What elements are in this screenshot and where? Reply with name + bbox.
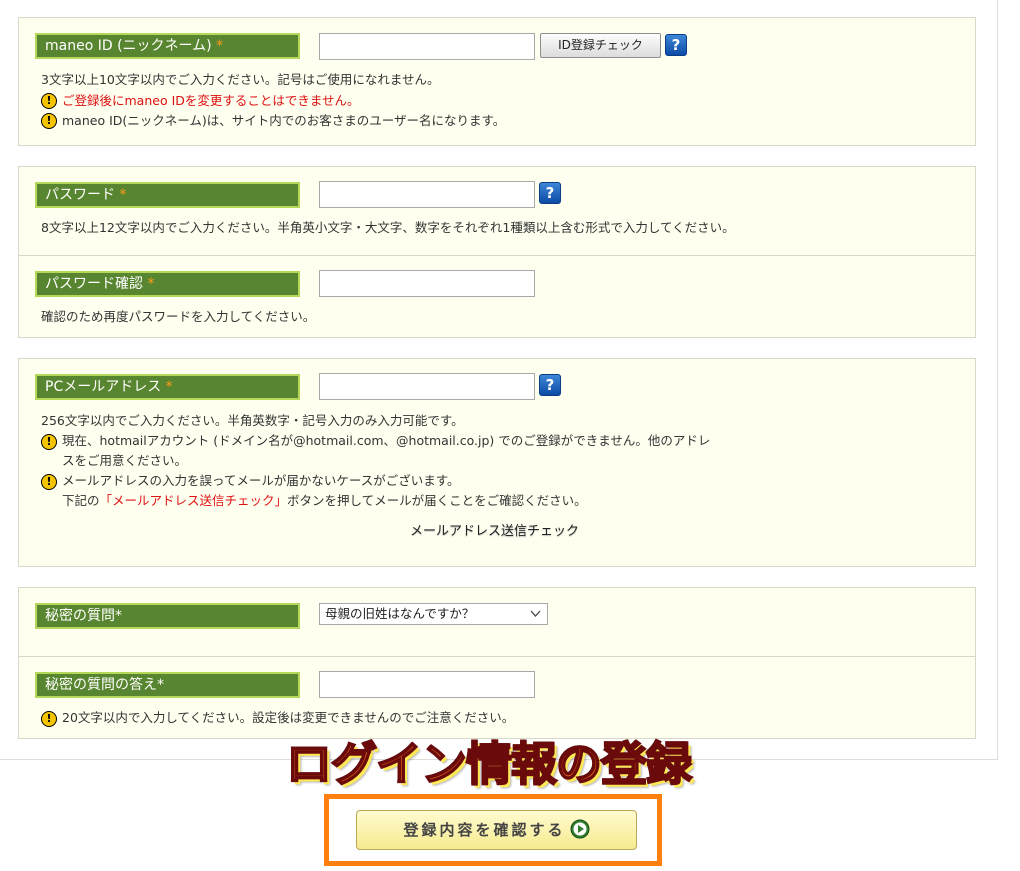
warning-icon: ! (41, 711, 57, 727)
email-send-check-button[interactable]: メールアドレス送信チェック (410, 520, 579, 539)
instruction-highlight: 「メールアドレス送信チェック」 (99, 493, 288, 508)
email-warning-instruction: 下記の「メールアドレス送信チェック」ボタンを押してメールが届くことをご確認くださ… (62, 492, 587, 510)
nickname-note: 3文字以上10文字以内でご入力ください。記号はご使用になれません。 (41, 72, 440, 87)
email-note: 256文字以内でご入力ください。半角英数字・記号入力のみ入力可能です。 (41, 413, 464, 428)
password-confirm-input[interactable] (319, 270, 535, 297)
password-label-text: パスワード (45, 187, 115, 203)
secret-answer-input[interactable] (319, 671, 535, 698)
warning-icon: ! (41, 434, 57, 450)
nickname-input[interactable] (319, 33, 535, 60)
email-section: PCメールアドレス * ? 256文字以内でご入力ください。半角英数字・記号入力… (18, 358, 976, 567)
chevron-down-icon (530, 610, 541, 617)
nickname-warning-red: ご登録後にmaneo IDを変更することはできません。 (62, 93, 360, 108)
email-label: PCメールアドレス * (35, 374, 300, 400)
email-warning-typo: メールアドレスの入力を誤ってメールが届かないケースがございます。 (62, 473, 460, 488)
secret-question-select[interactable]: 母親の旧姓はなんですか？ (319, 603, 548, 625)
required-mark: * (216, 38, 224, 54)
email-input[interactable] (319, 373, 535, 400)
email-label-text: PCメールアドレス (45, 379, 162, 395)
required-mark: * (147, 276, 155, 292)
confirm-button[interactable]: 登録内容を確認する (356, 810, 637, 850)
secret-question-selected: 母親の旧姓はなんですか？ (325, 606, 475, 621)
warning-icon: ! (41, 93, 57, 109)
help-icon[interactable]: ? (539, 374, 561, 396)
password-input[interactable] (319, 181, 535, 208)
password-section: パスワード * ? 8文字以上12文字以内でご入力ください。半角英小文字・大文字… (18, 166, 976, 338)
email-warning-hotmail: 現在、hotmailアカウント (ドメイン名が@hotmail.com、@hot… (62, 433, 711, 448)
password-note: 8文字以上12文字以内でご入力ください。半角英小文字・大文字、数字をそれぞれ1種… (41, 220, 735, 235)
warning-icon: ! (41, 113, 57, 129)
confirm-button-label: 登録内容を確認する (403, 821, 566, 839)
id-check-button[interactable]: ID登録チェック (540, 33, 661, 58)
help-icon[interactable]: ? (539, 182, 561, 204)
nickname-warning: maneo ID(ニックネーム)は、サイト内でのお客さまのユーザー名になります。 (62, 113, 506, 128)
secret-question-label: 秘密の質問* (35, 603, 300, 629)
nickname-label-text: maneo ID (ニックネーム) (45, 38, 212, 54)
secret-answer-label: 秘密の質問の答え* (35, 672, 300, 698)
secret-answer-warning: 20文字以内で入力してください。設定後は変更できませんのでご注意ください。 (62, 710, 515, 725)
instruction-prefix: 下記の (62, 493, 100, 508)
password-label: パスワード * (35, 182, 300, 208)
warning-icon: ! (41, 474, 57, 490)
password-confirm-note: 確認のため再度パスワードを入力してください。 (41, 309, 316, 324)
help-icon[interactable]: ? (665, 34, 687, 56)
password-confirm-label: パスワード確認 * (35, 271, 300, 297)
overlay-title: ログイン情報の登録 (285, 736, 693, 792)
instruction-suffix: ボタンを押してメールが届くことをご確認ください。 (287, 493, 587, 508)
secret-section: 秘密の質問* 母親の旧姓はなんですか？ 秘密の質問の答え* ! 20文字以内で入… (18, 587, 976, 739)
required-mark: * (165, 379, 173, 395)
required-mark: * (119, 187, 127, 203)
password-confirm-label-text: パスワード確認 (45, 276, 143, 292)
play-icon (570, 819, 589, 839)
nickname-label: maneo ID (ニックネーム) * (35, 33, 300, 59)
email-warning-hotmail-cont: スをご用意ください。 (62, 453, 188, 468)
nickname-section: maneo ID (ニックネーム) * ID登録チェック ? 3文字以上10文字… (18, 17, 976, 146)
